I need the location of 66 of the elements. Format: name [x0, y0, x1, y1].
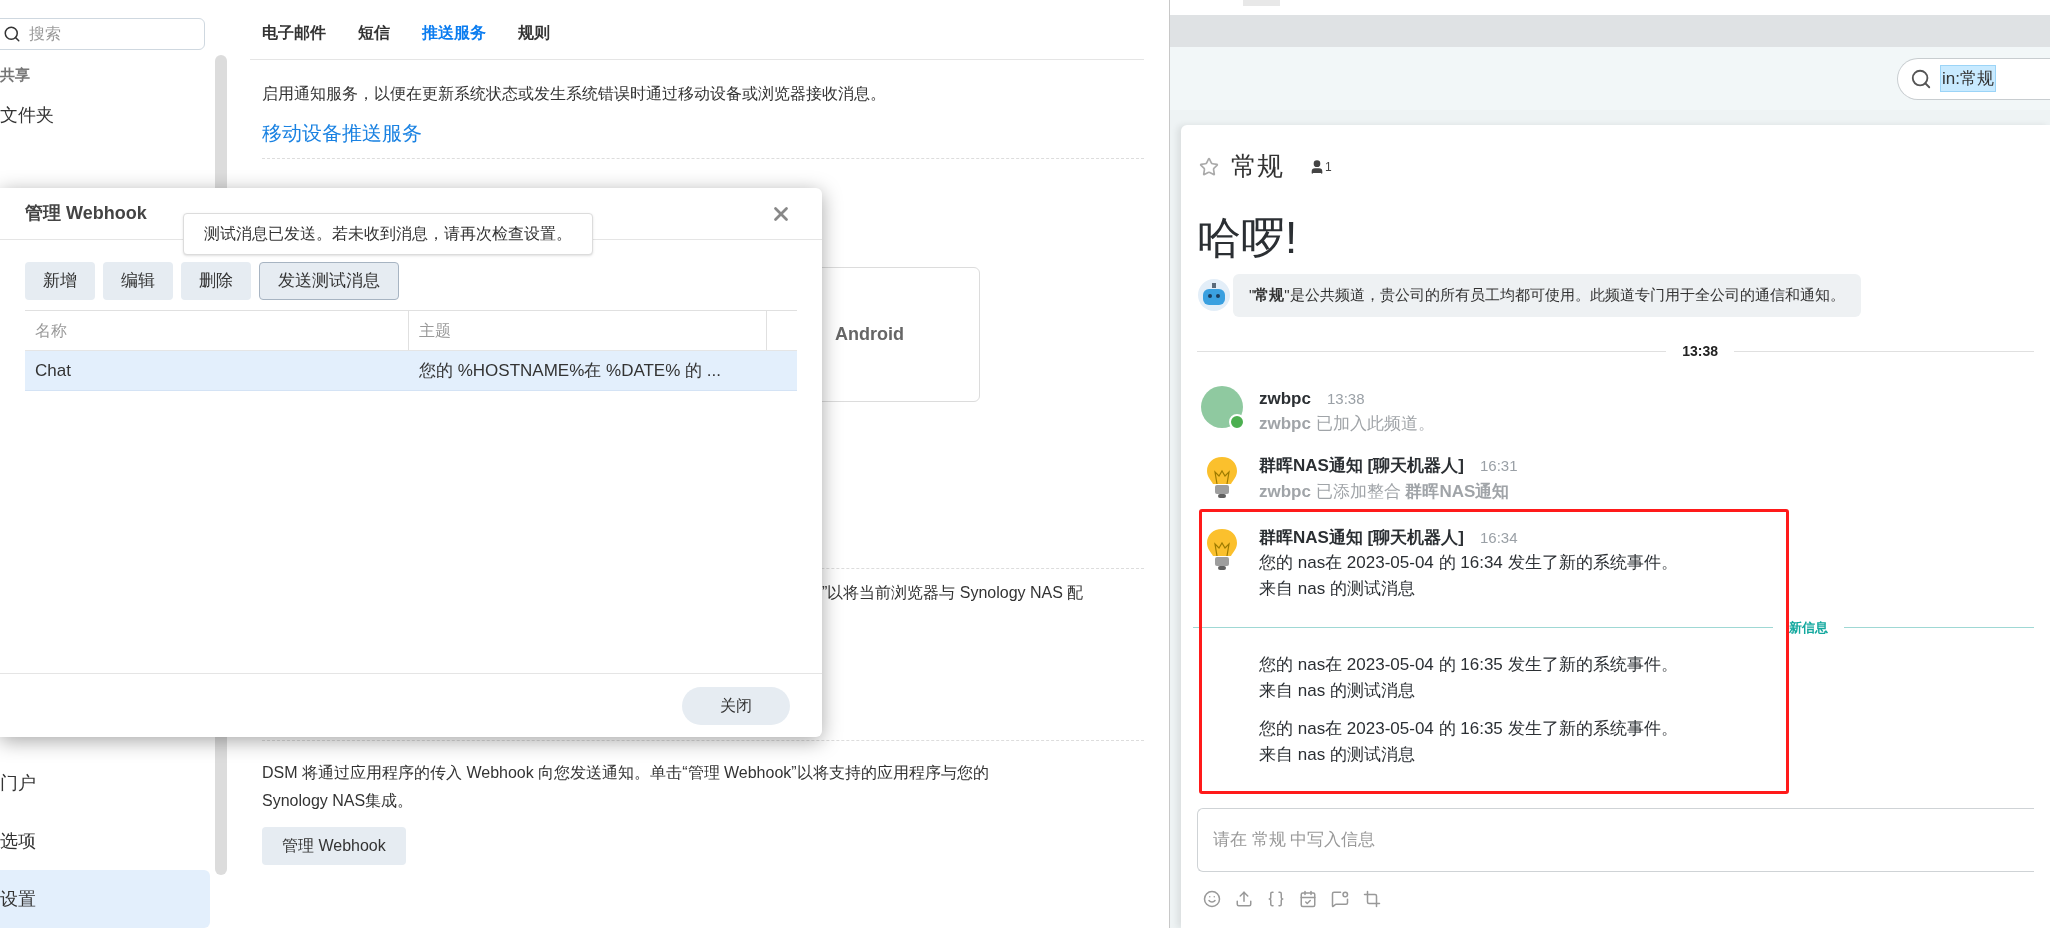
- star-icon[interactable]: [1199, 156, 1219, 177]
- column-header: 主题: [409, 311, 767, 350]
- message-author: 群晖NAS通知 [聊天机器人]: [1259, 526, 1464, 549]
- time-divider-label: 13:38: [1682, 341, 1718, 361]
- toolbar-button[interactable]: 新增: [25, 262, 95, 300]
- tab[interactable]: 推送服务: [422, 21, 486, 59]
- message-text: 来自 nas 的测试消息: [1259, 743, 1416, 766]
- tab[interactable]: 短信: [358, 21, 390, 59]
- android-card-label: Android: [835, 323, 904, 346]
- message-text: zwbpc 已加入此频道。: [1259, 413, 1435, 435]
- channel-name: 常规: [1231, 150, 1283, 183]
- emoji-icon[interactable]: [1203, 889, 1221, 908]
- sidebar-item[interactable]: 选项: [0, 812, 210, 870]
- manage-webhook-button[interactable]: 管理 Webhook: [262, 827, 406, 865]
- calendar-check-icon[interactable]: [1299, 889, 1317, 908]
- member-icon: [1309, 158, 1325, 175]
- toast-message: 测试消息已发送。若未收到消息，请再次检查设置。: [183, 213, 593, 255]
- description-text: 启用通知服务，以便在更新系统状态或发生系统错误时通过移动设备或浏览器接收消息。: [262, 84, 887, 104]
- mobile-push-link[interactable]: 移动设备推送服务: [262, 118, 1144, 148]
- search-field[interactable]: 搜索: [0, 18, 205, 50]
- robot-avatar-icon: [1197, 278, 1231, 313]
- message-time: 13:38: [1326, 388, 1365, 409]
- webhook-description: DSM 将通过应用程序的传入 Webhook 向您发送通知。单击“管理 Webhook”以将支持的应用程序与您的 Synology NAS集成。: [262, 763, 990, 811]
- close-button[interactable]: 关闭: [682, 686, 790, 725]
- table-cell-text: Chat: [34, 359, 72, 382]
- column-header: 名称: [25, 311, 409, 350]
- tab[interactable]: 规则: [518, 21, 550, 59]
- message-text: zwbpc 已添加整合 群晖NAS通知: [1259, 480, 1511, 503]
- new-messages-divider-label: 新信息: [1789, 619, 1828, 637]
- message-text: 您的 nas在 2023-05-04 的 16:35 发生了新的系统事件。: [1259, 717, 1679, 740]
- message-author: 群晖NAS通知 [聊天机器人]: [1259, 455, 1464, 477]
- lightbulb-icon: [1205, 455, 1239, 501]
- sidebar-item[interactable]: 文件夹: [0, 86, 210, 144]
- message-time: 16:34: [1479, 527, 1518, 548]
- message-input[interactable]: 请在 常规 中写入信息: [1197, 807, 2034, 872]
- code-braces-icon[interactable]: [1267, 889, 1285, 908]
- dialog-title: 管理 Webhook: [25, 202, 147, 225]
- search-input[interactable]: 搜索: [29, 21, 179, 46]
- search-query[interactable]: in:常规: [1940, 64, 1996, 93]
- member-count: 1: [1325, 158, 1332, 176]
- message-text: 来自 nas 的测试消息: [1259, 578, 1416, 600]
- message-text: 您的 nas在 2023-05-04 的 16:35 发生了新的系统事件。: [1259, 653, 1679, 676]
- chat-search-field[interactable]: in:常规: [1897, 57, 2050, 100]
- crop-icon[interactable]: [1363, 889, 1381, 908]
- browser-push-text: ”以将当前浏览器与 Synology NAS 配: [822, 583, 1085, 603]
- message-text: 您的 nas在 2023-05-04 的 16:34 发生了新的系统事件。: [1259, 552, 1678, 574]
- table-row[interactable]: Chat 您的 %HOSTNAME%在 %DATE% 的 ...: [25, 351, 797, 391]
- chat-bubble-icon[interactable]: [1331, 889, 1349, 908]
- message-time: 16:31: [1479, 456, 1518, 476]
- message-text: 来自 nas 的测试消息: [1259, 679, 1416, 702]
- message-input-field[interactable]: 请在 常规 中写入信息: [1213, 826, 1613, 853]
- sidebar-section-heading: 共享: [0, 64, 31, 85]
- toolbar-button[interactable]: 编辑: [103, 262, 173, 300]
- toolbar-button[interactable]: 删除: [181, 262, 251, 300]
- channel-intro: "常规"是公共频道，贵公司的所有员工均都可使用。此频道专门用于全公司的通信和通知。: [1233, 274, 1861, 317]
- upload-icon[interactable]: [1235, 889, 1253, 908]
- lightbulb-icon: [1205, 526, 1239, 573]
- greeting-heading: 哈啰!: [1197, 212, 1299, 264]
- message-author: zwbpc: [1259, 387, 1311, 410]
- toolbar-button[interactable]: 发送测试消息: [259, 262, 399, 300]
- sidebar-item[interactable]: 门户: [0, 754, 210, 812]
- search-icon: [1910, 67, 1932, 90]
- tab[interactable]: 电子邮件: [262, 21, 326, 59]
- sidebar-item[interactable]: 设置: [0, 870, 210, 928]
- table-cell-text: 您的 %HOSTNAME%在 %DATE% 的 ...: [418, 359, 722, 382]
- search-icon: [3, 24, 21, 43]
